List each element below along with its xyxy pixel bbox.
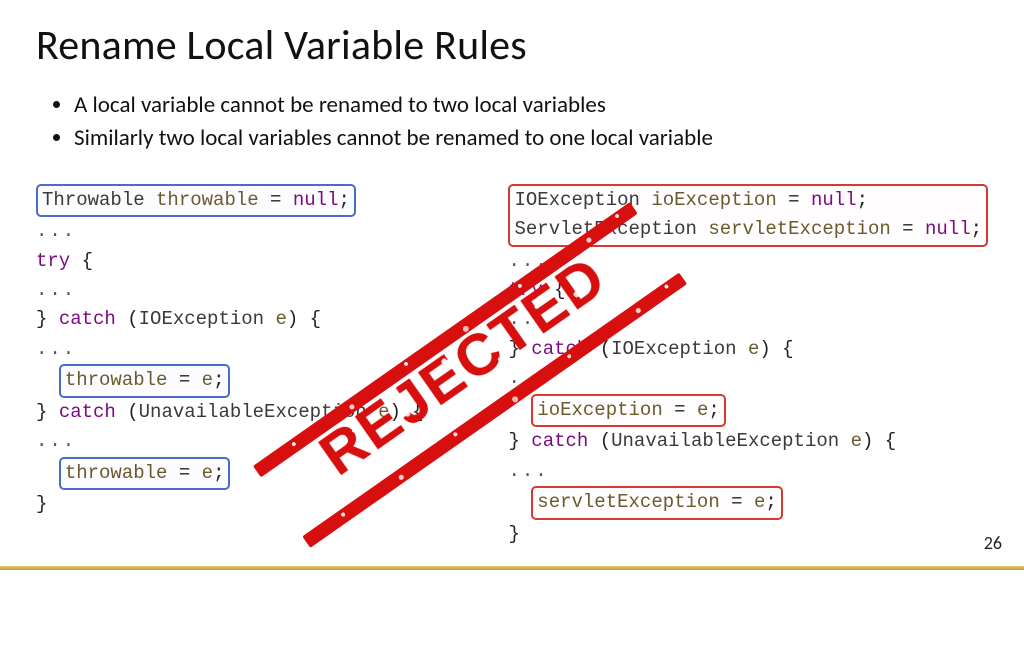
ellipsis: ...	[36, 276, 480, 305]
var-token: e	[378, 401, 389, 423]
var-token: e	[202, 462, 213, 484]
ellipsis: ...	[508, 364, 988, 393]
ellipsis: ...	[508, 457, 988, 486]
highlight-blue: Throwable throwable = null;	[36, 184, 356, 217]
var-token: servletException	[537, 491, 719, 513]
code-right: IOException ioException = null;ServletEx…	[508, 184, 988, 549]
bullet-item: A local variable cannot be renamed to tw…	[74, 89, 988, 122]
slide: Rename Local Variable Rules A local vari…	[0, 0, 1024, 576]
ellipsis: ...	[508, 305, 988, 334]
null-token: null	[811, 189, 857, 211]
keyword-token: catch	[531, 430, 588, 452]
type-token: IOException	[611, 338, 736, 360]
type-token: ServletException	[514, 218, 696, 240]
var-token: throwable	[156, 189, 259, 211]
type-token: IOException	[514, 189, 639, 211]
highlight-blue: throwable = e;	[59, 457, 231, 490]
code-line: }	[508, 520, 988, 549]
code-line: } catch (IOException e) {	[36, 305, 480, 334]
ellipsis: ...	[508, 247, 988, 276]
ellipsis: ...	[36, 427, 480, 456]
keyword-token: try	[36, 250, 70, 272]
highlight-red: ioException = e;	[531, 394, 725, 427]
keyword-token: catch	[59, 308, 116, 330]
ellipsis: ...	[36, 335, 480, 364]
keyword-token: try	[508, 279, 542, 301]
keyword-token: catch	[59, 401, 116, 423]
null-token: null	[293, 189, 339, 211]
highlight-red: servletException = e;	[531, 486, 782, 519]
type-token: UnavailableException	[611, 430, 839, 452]
code-left: Throwable throwable = null; ... try { ..…	[36, 184, 480, 549]
var-token: e	[851, 430, 862, 452]
var-token: ioException	[651, 189, 776, 211]
highlight-blue: throwable = e;	[59, 364, 231, 397]
code-line: } catch (UnavailableException e) {	[36, 398, 480, 427]
code-line: Throwable throwable = null;	[36, 184, 480, 217]
type-token: Throwable	[42, 189, 145, 211]
code-line: } catch (UnavailableException e) {	[508, 427, 988, 456]
var-token: servletException	[708, 218, 890, 240]
code-line: IOException ioException = null;ServletEx…	[508, 184, 988, 247]
page-number: 26	[984, 532, 1002, 554]
var-token: e	[697, 399, 708, 421]
slide-title: Rename Local Variable Rules	[36, 20, 988, 71]
null-token: null	[925, 218, 971, 240]
bullet-item: Similarly two local variables cannot be …	[74, 122, 988, 155]
code-line: }	[36, 490, 480, 519]
footer-bar	[0, 566, 1024, 570]
var-token: throwable	[65, 462, 168, 484]
type-token: IOException	[139, 308, 264, 330]
code-line: servletException = e;	[508, 486, 988, 519]
code-line: ioException = e;	[508, 394, 988, 427]
code-line: throwable = e;	[36, 457, 480, 490]
var-token: ioException	[537, 399, 662, 421]
highlight-red: IOException ioException = null;ServletEx…	[508, 184, 988, 247]
type-token: UnavailableException	[139, 401, 367, 423]
var-token: e	[754, 491, 765, 513]
code-line: throwable = e;	[36, 364, 480, 397]
ellipsis: ...	[36, 217, 480, 246]
code-columns: Throwable throwable = null; ... try { ..…	[36, 184, 988, 549]
var-token: e	[275, 308, 286, 330]
var-token: throwable	[65, 369, 168, 391]
code-line: try {	[508, 276, 988, 305]
var-token: e	[202, 369, 213, 391]
bullet-list: A local variable cannot be renamed to tw…	[74, 89, 988, 156]
keyword-token: catch	[531, 338, 588, 360]
code-line: try {	[36, 247, 480, 276]
var-token: e	[748, 338, 759, 360]
code-line: } catch (IOException e) {	[508, 335, 988, 364]
